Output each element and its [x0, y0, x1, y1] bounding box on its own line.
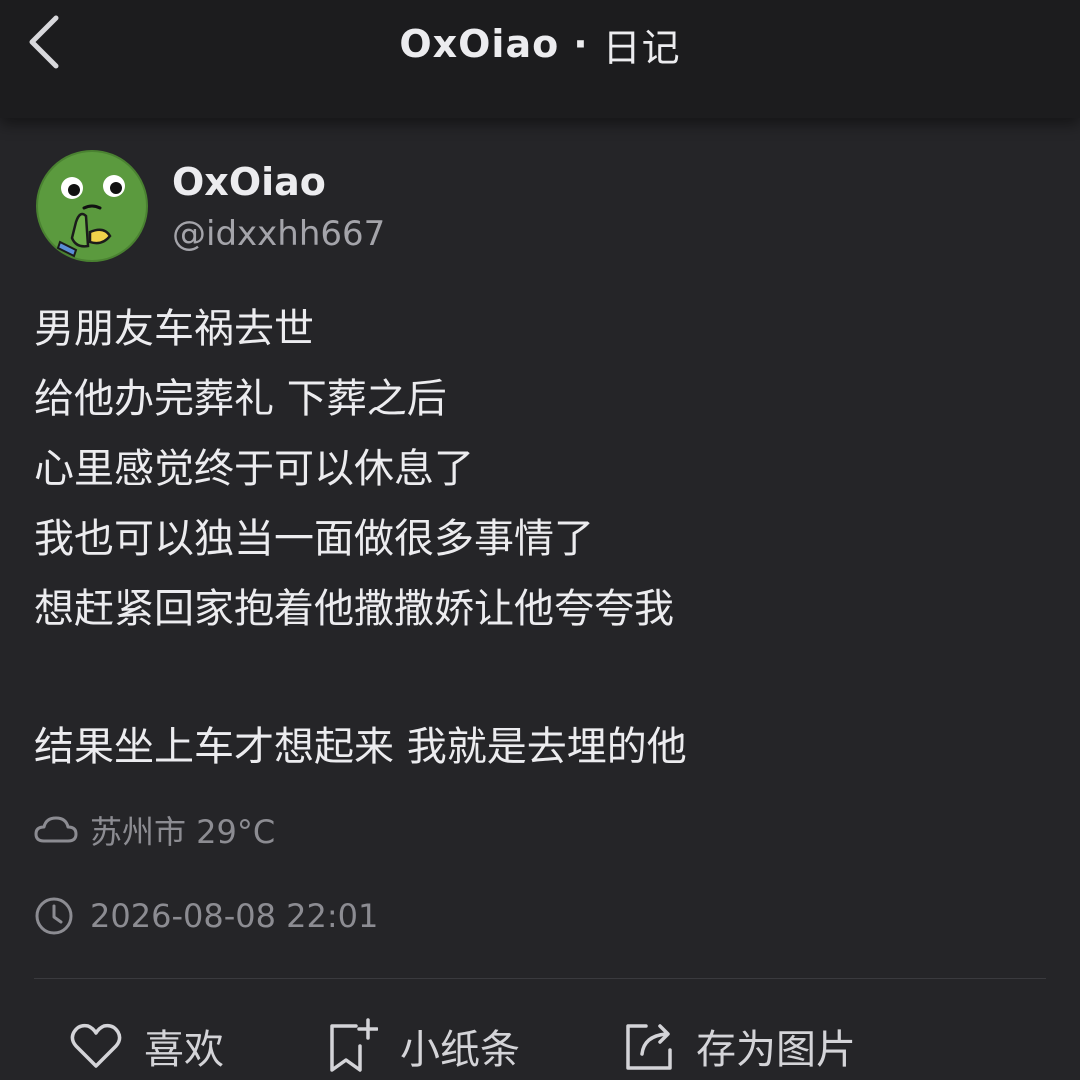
top-bar: OxOiao · 日记: [0, 0, 1080, 118]
avatar[interactable]: [36, 150, 148, 262]
bookmark-plus-icon: [326, 1018, 382, 1074]
note-button[interactable]: 小纸条: [326, 1016, 520, 1076]
share-export-icon: [622, 1018, 678, 1074]
post-line: 我也可以独当一面做很多事情了: [34, 516, 594, 562]
note-label: 小纸条: [400, 1027, 520, 1073]
timestamp-text: 2026-08-08 22:01: [90, 897, 379, 935]
save-image-button[interactable]: 存为图片: [622, 1016, 856, 1076]
author-handle: @idxxhh667: [172, 214, 386, 254]
location-weather: 苏州市 29°C: [34, 808, 275, 852]
author-name[interactable]: OxOiao: [172, 160, 326, 204]
cloud-icon: [34, 808, 78, 852]
like-button[interactable]: 喜欢: [70, 1016, 224, 1076]
location-text: 苏州市 29°C: [90, 813, 276, 851]
page-title: OxOiao · 日记: [0, 14, 1080, 74]
clock-icon: [34, 894, 78, 938]
divider: [34, 978, 1046, 979]
diary-post: OxOiao @idxxhh667 男朋友车祸去世 给他办完葬礼 下葬之后 心里…: [0, 118, 1080, 1080]
post-line: 给他办完葬礼 下葬之后: [34, 376, 447, 422]
account-name: OxOiao: [399, 22, 560, 66]
post-line: 心里感觉终于可以休息了: [34, 446, 474, 492]
post-line: 男朋友车祸去世: [34, 306, 314, 352]
like-label: 喜欢: [144, 1027, 224, 1073]
save-image-label: 存为图片: [696, 1027, 856, 1073]
post-content: 男朋友车祸去世 给他办完葬礼 下葬之后 心里感觉终于可以休息了 我也可以独当一面…: [34, 294, 1054, 782]
frog-avatar-icon: [36, 150, 148, 262]
post-line: 想赶紧回家抱着他撒撒娇让他夸夸我: [34, 586, 674, 632]
post-timestamp: 2026-08-08 22:01: [34, 894, 378, 938]
action-bar: 喜欢 小纸条 存为图片: [0, 998, 1080, 1080]
heart-icon: [70, 1018, 126, 1074]
title-separator: ·: [573, 22, 589, 66]
post-line: 结果坐上车才想起来 我就是去埋的他: [34, 724, 687, 770]
section-name: 日记: [602, 25, 681, 70]
